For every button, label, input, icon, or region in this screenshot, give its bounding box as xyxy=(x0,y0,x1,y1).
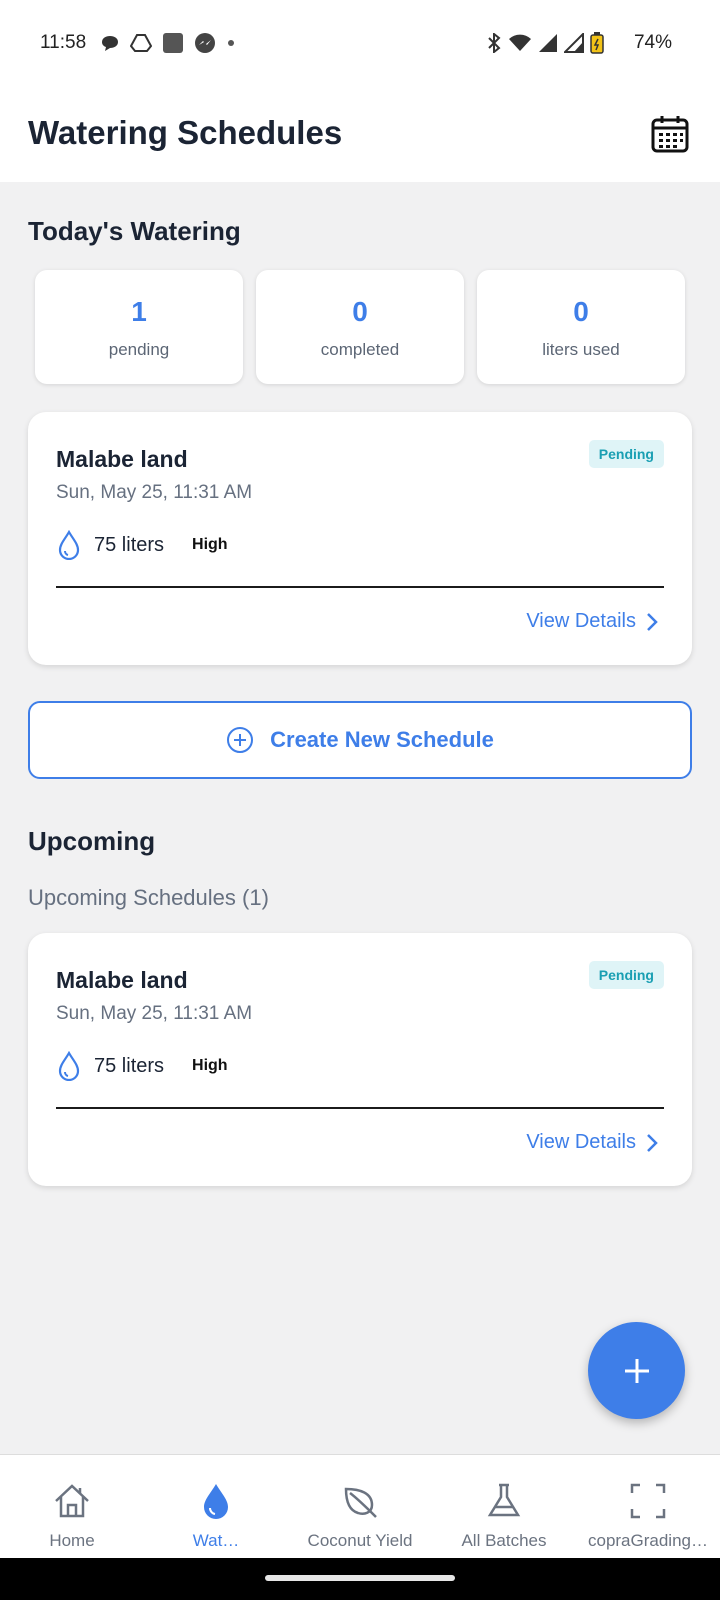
status-badge: Pending xyxy=(588,961,664,989)
wifi-icon xyxy=(509,34,531,51)
status-bar: 11:58 74% xyxy=(0,0,720,86)
nav-item-watering[interactable]: Wat… xyxy=(144,1455,288,1559)
bluetooth-icon xyxy=(488,33,501,53)
signal-icon xyxy=(539,34,557,52)
nav-item-coconut-yield[interactable]: Coconut Yield xyxy=(288,1455,432,1559)
water-drop-icon xyxy=(58,530,80,560)
plus-icon xyxy=(624,1358,649,1383)
water-drop-icon xyxy=(204,1484,228,1519)
battery-icon xyxy=(590,32,604,54)
chevron-right-icon xyxy=(647,612,658,631)
today-section-title: Today's Watering xyxy=(28,216,241,246)
status-badge: Pending xyxy=(588,440,664,468)
divider xyxy=(56,1107,664,1109)
upcoming-schedule-card[interactable]: Malabe land Sun, May 25, 11:31 AM Pendin… xyxy=(28,933,692,1186)
view-details-button[interactable]: View Details xyxy=(526,1131,658,1154)
square-app-icon xyxy=(163,33,183,53)
leaf-icon xyxy=(344,1487,377,1518)
water-drop-icon xyxy=(58,1051,80,1081)
nav-item-home[interactable]: Home xyxy=(0,1455,144,1559)
upcoming-subtitle: Upcoming Schedules (1) xyxy=(28,885,269,910)
messenger-icon xyxy=(195,33,215,53)
app-header: Watering Schedules xyxy=(0,86,720,182)
nav-label: Wat… xyxy=(192,1531,240,1550)
schedule-liters: 75 liters xyxy=(94,533,165,556)
stat-card-pending: 1 pending xyxy=(35,270,243,384)
stat-card-completed: 0 completed xyxy=(256,270,464,384)
battery-percent: 74% xyxy=(633,32,672,53)
flask-icon xyxy=(487,1483,521,1517)
drive-icon xyxy=(130,34,152,52)
stat-value: 0 xyxy=(352,296,368,327)
divider xyxy=(56,586,664,588)
stat-value: 0 xyxy=(573,296,589,327)
schedule-name: Malabe land xyxy=(56,446,188,472)
nav-label: Coconut Yield xyxy=(307,1531,413,1550)
view-details-label: View Details xyxy=(526,1131,636,1153)
schedule-date: Sun, May 25, 11:31 AM xyxy=(56,1003,253,1024)
page-title: Watering Schedules xyxy=(28,114,343,151)
bottom-nav: Home Wat… Coconut Yield All Batches copr… xyxy=(0,1454,720,1558)
home-gesture-handle[interactable] xyxy=(265,1575,455,1581)
status-time: 11:58 xyxy=(40,32,87,53)
today-schedule-card[interactable]: Malabe land Sun, May 25, 11:31 AM Pendin… xyxy=(28,412,692,665)
nav-item-copra-grading[interactable]: copraGrading… xyxy=(576,1455,720,1559)
upcoming-section-title: Upcoming xyxy=(28,826,156,856)
schedule-date: Sun, May 25, 11:31 AM xyxy=(56,482,253,503)
view-details-button[interactable]: View Details xyxy=(526,610,658,633)
schedule-name: Malabe land xyxy=(56,967,188,993)
calendar-button[interactable] xyxy=(650,114,690,154)
stat-label: completed xyxy=(320,340,400,359)
view-details-label: View Details xyxy=(526,610,636,632)
add-circle-icon xyxy=(227,727,254,753)
chevron-right-icon xyxy=(647,1133,658,1152)
nav-label: Home xyxy=(49,1531,95,1550)
dot-icon xyxy=(228,40,234,46)
calendar-icon xyxy=(651,116,689,153)
create-schedule-button[interactable]: Create New Schedule xyxy=(28,701,692,779)
stat-label: liters used xyxy=(542,340,620,359)
nav-item-all-batches[interactable]: All Batches xyxy=(432,1455,576,1559)
create-schedule-label: Create New Schedule xyxy=(270,727,494,752)
schedule-liters: 75 liters xyxy=(94,1054,165,1077)
stat-value: 1 xyxy=(131,296,147,327)
add-schedule-fab[interactable] xyxy=(588,1322,685,1419)
schedule-priority: High xyxy=(192,1057,228,1074)
nav-label: All Batches xyxy=(461,1531,547,1550)
chat-bubble-icon xyxy=(102,36,118,51)
gesture-bar xyxy=(0,1558,720,1600)
signal-icon xyxy=(564,33,584,53)
home-icon xyxy=(55,1484,89,1518)
stat-card-liters: 0 liters used xyxy=(477,270,685,384)
nav-label: copraGrading… xyxy=(587,1531,708,1550)
stat-label: pending xyxy=(108,340,170,359)
schedule-priority: High xyxy=(192,536,228,553)
scan-frame-icon xyxy=(630,1483,666,1519)
